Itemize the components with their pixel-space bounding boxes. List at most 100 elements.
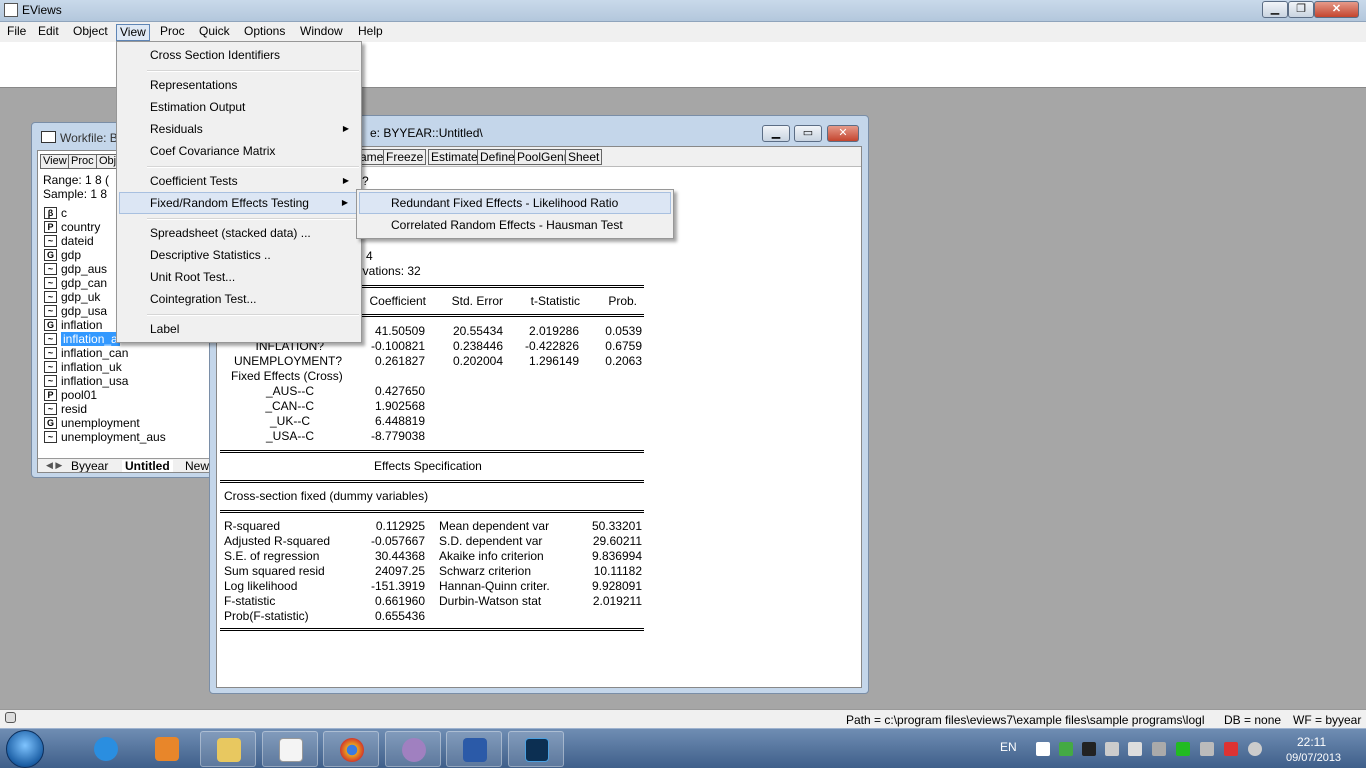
fe-coef: 0.427650 bbox=[374, 384, 425, 398]
stat-value: 50.33201 bbox=[591, 519, 642, 533]
stat-label: Adjusted R-squared bbox=[224, 534, 331, 548]
menu-cointegration-test[interactable]: Cointegration Test... bbox=[119, 288, 359, 310]
menu-unit-root-test[interactable]: Unit Root Test... bbox=[119, 266, 359, 288]
taskbar-internet-explorer[interactable] bbox=[78, 731, 134, 767]
stat-value: 30.44368 bbox=[374, 549, 425, 563]
menu-estimation-output[interactable]: Estimation Output bbox=[119, 96, 359, 118]
workfile-object[interactable]: ~ inflation_can bbox=[41, 346, 216, 360]
tab-untitled[interactable]: Untitled bbox=[122, 460, 173, 472]
menu-redundant-fixed-effects[interactable]: Redundant Fixed Effects - Likelihood Rat… bbox=[359, 192, 671, 214]
tray-security-icon[interactable] bbox=[1036, 742, 1050, 756]
workfile-object[interactable]: Gunemployment bbox=[41, 416, 216, 430]
menu-edit[interactable]: Edit bbox=[35, 24, 62, 41]
menu-view[interactable]: View bbox=[116, 24, 150, 41]
language-indicator[interactable]: EN bbox=[1000, 740, 1017, 754]
menu-separator bbox=[147, 314, 359, 316]
view-menu: Cross Section Identifiers Representation… bbox=[116, 41, 362, 343]
menu-hausman-test[interactable]: Correlated Random Effects - Hausman Test bbox=[359, 214, 671, 236]
series-icon: ~ bbox=[44, 291, 57, 303]
workfile-icon bbox=[41, 131, 56, 143]
menu-help[interactable]: Help bbox=[355, 24, 386, 41]
menu-file[interactable]: File bbox=[4, 24, 29, 41]
taskbar-explorer[interactable] bbox=[200, 731, 256, 767]
tray-flag-icon[interactable] bbox=[1224, 742, 1238, 756]
tab-byyear[interactable]: Byyear bbox=[68, 460, 111, 473]
tab-scroll-arrows-icon[interactable]: ◀ ▶ bbox=[46, 460, 62, 471]
status-db: DB = none bbox=[1224, 713, 1282, 727]
app-title-bar: EViews ▁ ❐ ✕ bbox=[0, 0, 1366, 22]
stat-label: S.E. of regression bbox=[224, 549, 320, 563]
tray-network-icon[interactable] bbox=[1082, 742, 1096, 756]
stat-label: Sum squared resid bbox=[224, 564, 325, 578]
stat-value: -0.057667 bbox=[370, 534, 425, 548]
series-icon: ~ bbox=[44, 431, 57, 443]
workfile-object[interactable]: ~ inflation_uk bbox=[41, 360, 216, 374]
fe-var: _USA--C bbox=[265, 429, 314, 443]
stat-label: Hannan-Quinn criter. bbox=[439, 579, 550, 593]
menu-coef-covariance-matrix[interactable]: Coef Covariance Matrix bbox=[119, 140, 359, 162]
workfile-object[interactable]: Ppool01 bbox=[41, 388, 216, 402]
menu-descriptive-statistics[interactable]: Descriptive Statistics .. bbox=[119, 244, 359, 266]
stat-label: Akaike info criterion bbox=[439, 549, 544, 563]
series-icon: ~ bbox=[44, 375, 57, 387]
pool-freeze-button[interactable]: Freeze bbox=[383, 149, 427, 165]
tray-app-icon[interactable] bbox=[1105, 742, 1119, 756]
pool-define-button[interactable]: Define bbox=[477, 149, 518, 165]
stat-label: Durbin-Watson stat bbox=[439, 594, 542, 608]
menu-separator bbox=[147, 70, 359, 72]
tray-update-icon[interactable] bbox=[1059, 742, 1073, 756]
taskbar-eviews[interactable] bbox=[262, 731, 318, 767]
workfile-object[interactable]: ~ unemployment_aus bbox=[41, 430, 216, 444]
series-icon: ~ bbox=[44, 347, 57, 359]
pool-maximize-button[interactable]: ▭ bbox=[794, 125, 822, 142]
close-button[interactable]: ✕ bbox=[1314, 1, 1359, 18]
workfile-proc-button[interactable]: Proc bbox=[68, 154, 97, 169]
clock-date[interactable]: 09/07/2013 bbox=[1286, 752, 1341, 764]
menu-cross-section-identifiers[interactable]: Cross Section Identifiers bbox=[119, 44, 359, 66]
menu-label[interactable]: Label bbox=[119, 318, 359, 340]
start-button[interactable] bbox=[6, 730, 44, 768]
col-header-t-statistic: t-Statistic bbox=[530, 294, 580, 308]
menu-quick[interactable]: Quick bbox=[196, 24, 233, 41]
menu-options[interactable]: Options bbox=[241, 24, 288, 41]
pool-minimize-button[interactable]: ▁ bbox=[762, 125, 790, 142]
pool-poolgenr-button[interactable]: PoolGenr bbox=[514, 149, 571, 165]
fe-var: _CAN--C bbox=[265, 399, 314, 413]
series-icon: ~ bbox=[44, 235, 57, 247]
menu-window[interactable]: Window bbox=[297, 24, 346, 41]
taskbar-photoshop[interactable] bbox=[508, 731, 564, 767]
tray-power-icon[interactable] bbox=[1248, 742, 1262, 756]
menu-representations[interactable]: Representations bbox=[119, 74, 359, 96]
tray-usb-icon[interactable] bbox=[1128, 742, 1142, 756]
workfile-view-button[interactable]: View bbox=[40, 154, 70, 169]
pool-close-button[interactable]: ✕ bbox=[827, 125, 859, 142]
restore-button[interactable]: ❐ bbox=[1288, 1, 1314, 18]
stat-value: 29.60211 bbox=[592, 534, 642, 548]
pool-estimate-button[interactable]: Estimate bbox=[428, 149, 481, 165]
taskbar-chrome[interactable] bbox=[323, 731, 379, 767]
taskbar-messenger[interactable] bbox=[385, 731, 441, 767]
clock-time[interactable]: 22:11 bbox=[1297, 735, 1326, 749]
tray-signal-icon[interactable] bbox=[1200, 742, 1214, 756]
stat-value: -151.3919 bbox=[370, 579, 425, 593]
workfile-object[interactable]: ~ inflation_usa bbox=[41, 374, 216, 388]
minimize-button[interactable]: ▁ bbox=[1262, 1, 1288, 18]
tab-new[interactable]: New bbox=[182, 460, 212, 473]
tray-volume-icon[interactable] bbox=[1152, 742, 1166, 756]
workfile-tabs: ◀ ▶ Byyear Untitled New bbox=[38, 458, 216, 473]
tray-green-icon[interactable] bbox=[1176, 742, 1190, 756]
menu-residuals[interactable]: Residuals ▶ bbox=[119, 118, 359, 140]
menu-coefficient-tests[interactable]: Coefficient Tests ▶ bbox=[119, 170, 359, 192]
menu-spreadsheet-stacked[interactable]: Spreadsheet (stacked data) ... bbox=[119, 222, 359, 244]
series-icon: ~ bbox=[44, 263, 57, 275]
workfile-object[interactable]: ~ resid bbox=[41, 402, 216, 416]
menu-proc[interactable]: Proc bbox=[157, 24, 188, 41]
stat-label: F-statistic bbox=[224, 594, 276, 608]
taskbar-word[interactable] bbox=[446, 731, 502, 767]
menu-fixed-random-effects-testing[interactable]: Fixed/Random Effects Testing ▶ bbox=[119, 192, 359, 214]
taskbar-media-player[interactable] bbox=[139, 731, 195, 767]
pool-sheet-button[interactable]: Sheet bbox=[565, 149, 603, 165]
row-coef: -0.100821 bbox=[370, 339, 425, 353]
menu-object[interactable]: Object bbox=[70, 24, 111, 41]
stat-value: 9.836994 bbox=[591, 549, 642, 563]
